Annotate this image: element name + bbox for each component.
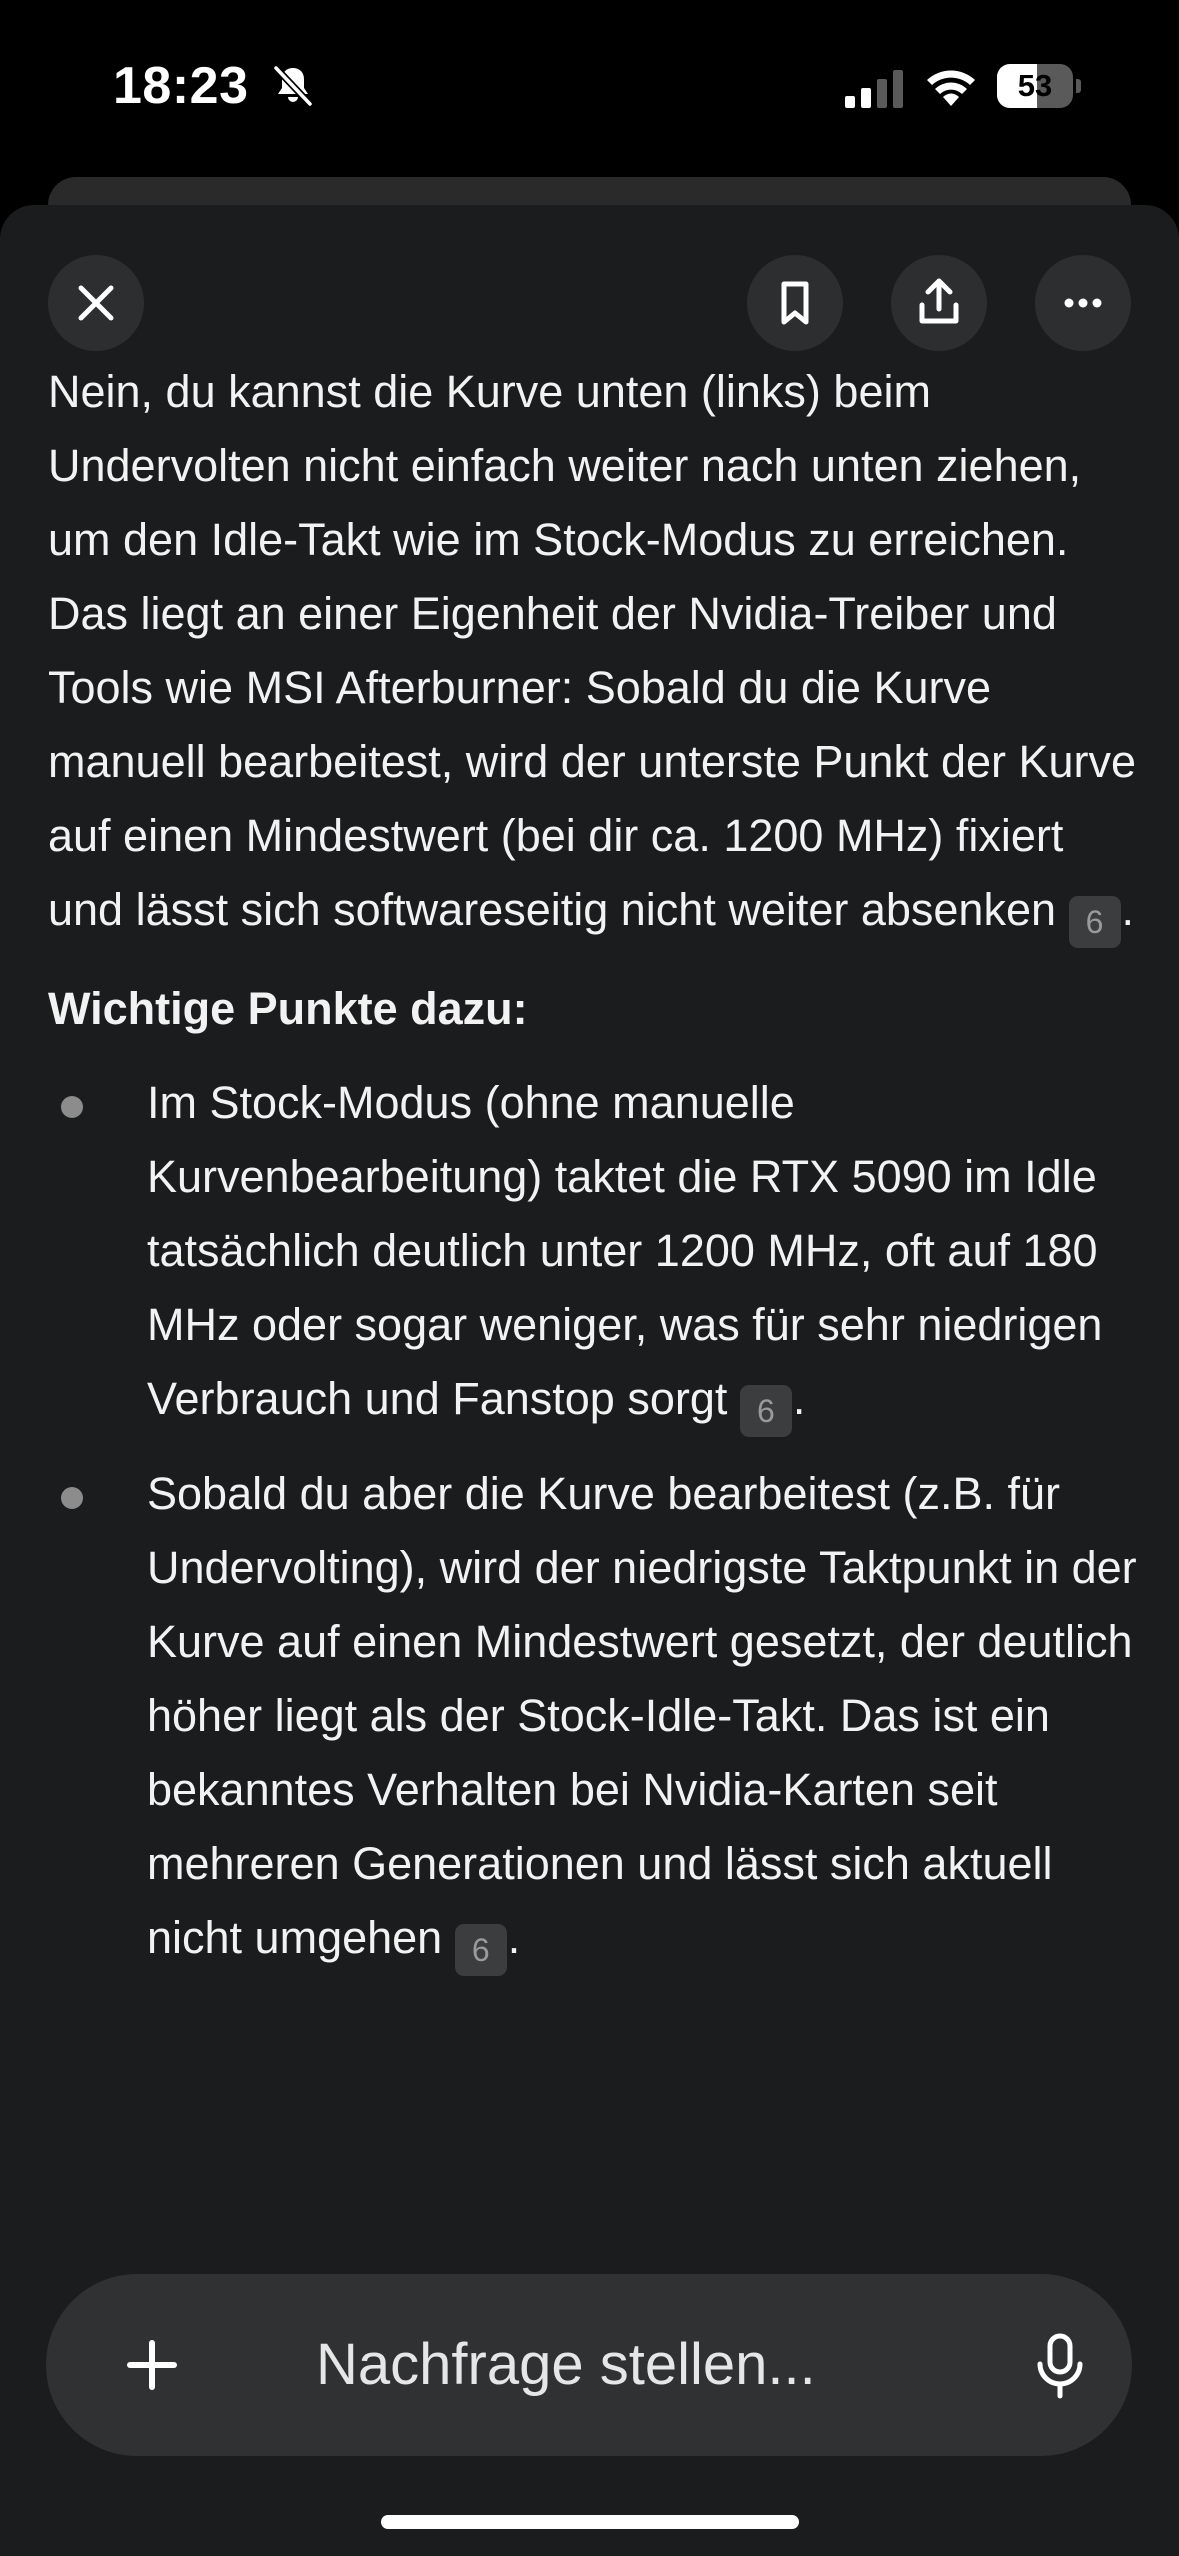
more-options-button[interactable] bbox=[1035, 255, 1131, 351]
status-time: 18:23 bbox=[113, 57, 249, 115]
citation-badge[interactable]: 6 bbox=[1068, 896, 1121, 948]
battery-level: 53 bbox=[1017, 68, 1053, 103]
answer-content: Nein, du kannst die Kurve unten (links) … bbox=[48, 355, 1138, 1996]
close-button[interactable] bbox=[48, 255, 144, 351]
bullet-dot bbox=[61, 1487, 83, 1509]
share-button[interactable] bbox=[891, 255, 987, 351]
bullet-dot bbox=[61, 1096, 83, 1118]
cellular-signal-icon bbox=[845, 70, 903, 108]
answer-intro-text: Nein, du kannst die Kurve unten (links) … bbox=[48, 366, 1137, 935]
bullet-text: Sobald du aber die Kurve bearbeitest (z.… bbox=[147, 1468, 1137, 1963]
answer-intro: Nein, du kannst die Kurve unten (links) … bbox=[48, 355, 1138, 948]
section-heading: Wichtige Punkte dazu: bbox=[48, 983, 528, 1034]
bookmark-button[interactable] bbox=[747, 255, 843, 351]
list-item: Im Stock-Modus (ohne manuelle Kurvenbear… bbox=[48, 1066, 1138, 1437]
bullet-text: Im Stock-Modus (ohne manuelle Kurvenbear… bbox=[147, 1077, 1103, 1424]
content-fade bbox=[0, 2210, 1179, 2280]
plus-icon[interactable] bbox=[108, 2321, 196, 2409]
share-icon bbox=[919, 278, 959, 324]
battery-icon: 53 bbox=[997, 64, 1081, 108]
wifi-icon bbox=[927, 70, 975, 106]
list-item: Sobald du aber die Kurve bearbeitest (z.… bbox=[48, 1457, 1138, 1976]
close-icon bbox=[78, 285, 114, 321]
bookmark-icon bbox=[781, 281, 809, 325]
status-bar: 18:23 53 bbox=[0, 0, 1179, 175]
home-indicator[interactable] bbox=[381, 2515, 799, 2529]
more-icon bbox=[1064, 298, 1102, 308]
citation-badge[interactable]: 6 bbox=[739, 1385, 792, 1437]
follow-up-input[interactable]: Nachfrage stellen... bbox=[316, 2274, 876, 2456]
bell-off-icon bbox=[273, 65, 313, 107]
bullet-list: Im Stock-Modus (ohne manuelle Kurvenbear… bbox=[48, 1066, 1138, 1976]
microphone-icon[interactable] bbox=[1020, 2326, 1100, 2406]
citation-badge[interactable]: 6 bbox=[454, 1924, 507, 1976]
composer-bar: Nachfrage stellen... bbox=[46, 2274, 1132, 2456]
